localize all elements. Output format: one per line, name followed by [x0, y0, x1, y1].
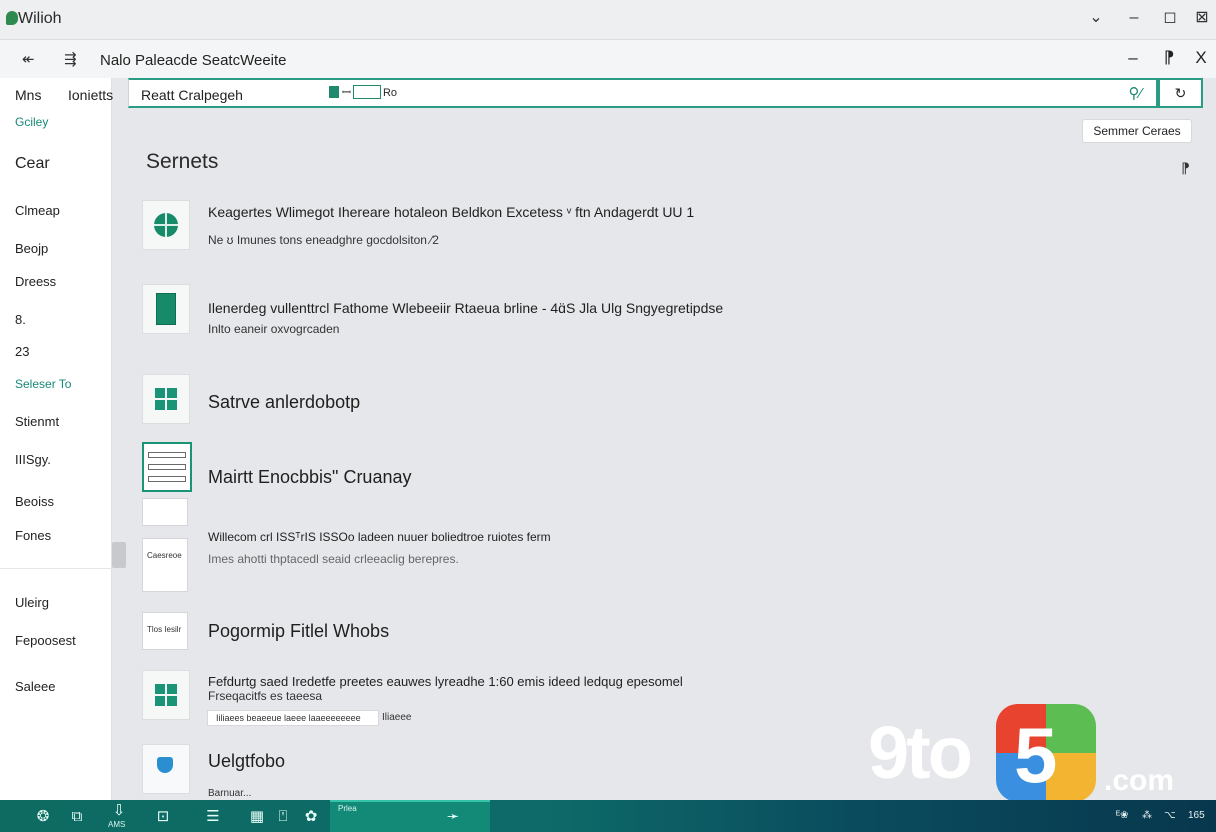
sidebar-item-saleee[interactable]: Saleee — [15, 679, 55, 694]
result-tile-doc[interactable]: Caesreoe — [142, 538, 188, 592]
task-view-icon[interactable]: ⧉ — [66, 806, 88, 828]
sidebar-item-23[interactable]: 23 — [15, 344, 29, 359]
result-title[interactable]: Uelgtfobo — [208, 751, 285, 772]
shield-icon — [157, 757, 173, 773]
sheet-line — [148, 476, 186, 482]
search-icon[interactable]: ⚲⁄ — [1129, 84, 1143, 102]
result-title[interactable]: Ilenerdeg vullenttrcl Fathome Wlebeeiir … — [208, 300, 723, 316]
result-tile-blank[interactable] — [142, 498, 188, 526]
tray-icon[interactable]: ᴱ❀ — [1116, 810, 1128, 821]
result-title[interactable]: Satrve anlerdobotp — [208, 392, 360, 413]
sidebar-item-iiisgy[interactable]: IIISgy. — [15, 452, 51, 467]
result-tile-sheet[interactable] — [142, 442, 192, 492]
download-icon[interactable]: ⇩ — [108, 800, 130, 822]
result-subtitle: Barnuar... — [208, 788, 252, 799]
sidebar-item-stienmt[interactable]: Stienmt — [15, 414, 59, 429]
cursor-icon: ➛ — [446, 808, 460, 825]
page-title: Nalo Paleacde SeatcWeeite — [100, 52, 287, 69]
sidebar: Mns Ionietts Gciley Cear Clmeap Beojp Dr… — [0, 78, 113, 800]
volume-icon[interactable]: ⌥ — [1164, 810, 1176, 821]
watermark-text: 9to — [868, 711, 973, 794]
close-button[interactable]: ⊠ — [1192, 8, 1212, 28]
sidebar-item-uleirg[interactable]: Uleirg — [15, 595, 49, 610]
clock-text: 165 — [1188, 810, 1205, 821]
search-filter-chip[interactable]: ꟷ Ro — [329, 85, 397, 101]
chevron-down-icon[interactable]: ⌄ — [1086, 8, 1106, 28]
result-tile-windows-2[interactable] — [142, 670, 190, 720]
title-bar: Wilioh ⌄ – ◻ ⊠ — [0, 0, 1216, 40]
network-icon[interactable]: ⁂ — [1142, 810, 1152, 821]
windows-logo-icon — [155, 388, 177, 410]
watermark-com: .com — [1104, 764, 1175, 797]
taskbar: Prlea ➛ ❂ ⧉ ⇩ AMS ⊡ ☰ ▦ ⍞ ✿ ᴱ❀ ⁂ ⌥ 165 — [0, 800, 1216, 832]
sidebar-scrollbar[interactable] — [112, 542, 126, 568]
globe-icon — [154, 213, 178, 237]
spreadsheet-icon[interactable]: ▦ — [246, 806, 268, 828]
settings-icon[interactable]: ✿ — [300, 806, 322, 828]
sidebar-item-beoiss[interactable]: Beoiss — [15, 494, 54, 509]
sidebar-item-fones[interactable]: Fones — [15, 528, 51, 543]
result-title[interactable]: Mairtt Enocbbis" Cruanay — [208, 467, 411, 488]
pin-icon[interactable]: ⇶ — [64, 50, 77, 68]
result-tile-globe[interactable] — [142, 200, 190, 250]
tile-label: Caesreoe — [147, 551, 182, 560]
search-input[interactable] — [141, 86, 321, 104]
sidebar-divider — [0, 568, 112, 569]
result-tile-book[interactable] — [142, 284, 190, 334]
maximize-button[interactable]: ◻ — [1160, 8, 1180, 28]
sidebar-tab-ionietts[interactable]: Ionietts — [68, 87, 113, 103]
result-title[interactable]: Fefdurtg saed Iredetfe preetes eauwes ly… — [208, 674, 683, 689]
taskbar-app-label: Prlea — [338, 804, 357, 813]
result-title[interactable]: Willecom crl ISSᵀrIS ISSOo ladeen nuuer … — [208, 530, 551, 544]
window-title: Wilioh — [18, 10, 62, 27]
filter-icon — [329, 86, 339, 98]
panel-pin-button[interactable]: ⁋ — [1158, 46, 1180, 70]
sheet-line — [148, 452, 186, 458]
taskbar-label: AMS — [108, 820, 126, 829]
section-title: Sernets — [146, 150, 219, 173]
taskbar-active-app[interactable]: Prlea ➛ — [330, 800, 490, 832]
panel-close-button[interactable]: X — [1190, 46, 1212, 70]
result-subtitle: Inlto eaneir oxvogrcaden — [208, 322, 340, 336]
watermark-logo: 9to 5 .com — [868, 704, 1188, 804]
result-subtitle: Imes ahotti thptacedl seaid crleeaclig b… — [208, 552, 459, 566]
sidebar-item-beojp[interactable]: Beojp — [15, 241, 48, 256]
refresh-button[interactable]: ↻ — [1158, 78, 1203, 108]
sidebar-item-clmeap[interactable]: Clmeap — [15, 203, 60, 218]
result-title[interactable]: Keagertes Wlimegot Ihereare hotaleon Bel… — [208, 204, 694, 220]
panel-minimize-button[interactable]: – — [1122, 46, 1144, 70]
sidebar-item-gciley[interactable]: Gciley — [15, 115, 48, 129]
monitor-icon[interactable]: ☰ — [202, 806, 224, 828]
sheet-line — [148, 464, 186, 470]
sidebar-item-8[interactable]: 8. — [15, 312, 26, 327]
tile-label: Tlos Iesilr — [147, 625, 182, 634]
sidebar-item-dreess[interactable]: Dreess — [15, 274, 56, 289]
result-tile-label[interactable]: Tlos Iesilr — [142, 612, 188, 650]
result-tile-windows[interactable] — [142, 374, 190, 424]
download-tail-label: Iliaeee — [382, 712, 412, 723]
bin-icon[interactable]: ⍞ — [272, 806, 294, 828]
search-box[interactable]: ꟷRo ⚲⁄ — [128, 78, 1158, 108]
minimize-button[interactable]: – — [1124, 8, 1144, 28]
result-subtitle: Frseqacitfs es taeesa — [208, 689, 323, 703]
app-logo-icon — [6, 11, 18, 25]
back-icon[interactable]: ↞ — [22, 50, 35, 68]
download-field[interactable]: Iiliaees beaeeue laeee laaeeeeeeee — [207, 710, 379, 726]
options-icon[interactable]: ⁋ — [1181, 160, 1190, 177]
result-title[interactable]: Pogormip Fitlel Whobs — [208, 621, 389, 642]
watermark-five: 5 — [1014, 711, 1058, 799]
sidebar-item-seleser[interactable]: Seleser To — [15, 377, 71, 391]
sort-button[interactable]: Semmer Ceraes — [1082, 119, 1192, 143]
app-toolbar: ↞ ⇶ Nalo Paleacde SeatcWeeite – ⁋ X — [0, 40, 1216, 78]
store-icon[interactable]: ⊡ — [152, 806, 174, 828]
sidebar-item-cear[interactable]: Cear — [15, 155, 50, 173]
result-subtitle: Ne ʊ Imunes tons eneadghre gocdolsiton ⁄… — [208, 233, 439, 247]
book-icon — [156, 293, 176, 325]
start-icon[interactable]: ❂ — [32, 806, 54, 828]
sidebar-tab-mns[interactable]: Mns — [15, 87, 41, 103]
sidebar-item-fepoosest[interactable]: Fepoosest — [15, 633, 76, 648]
windows-logo-icon — [155, 684, 177, 706]
